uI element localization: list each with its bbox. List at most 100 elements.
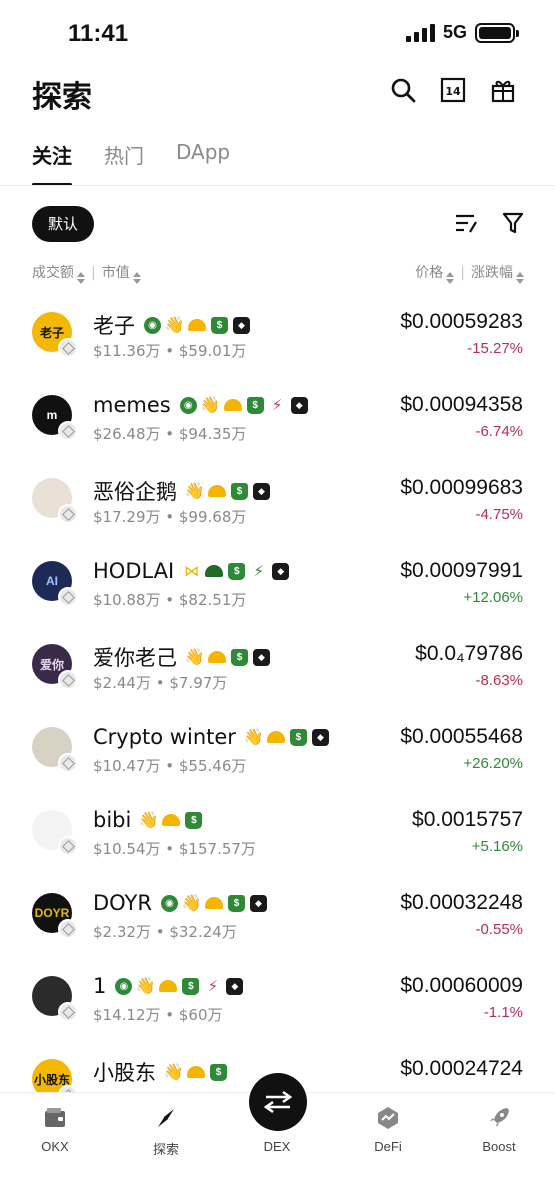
bolt-icon: ⚡	[207, 978, 219, 995]
filter-actions	[454, 212, 524, 239]
network-type: 5G	[442, 22, 467, 42]
chef-hat-icon	[208, 651, 226, 663]
nav-item-defi[interactable]: DeFi	[343, 1105, 433, 1154]
money-bag-icon: $	[246, 396, 264, 414]
sort-arrows-icon	[132, 272, 141, 284]
hand-icon: 👋	[200, 397, 221, 414]
token-tags: 👋 $	[163, 1063, 227, 1081]
token-name-line: bibi 👋 $	[93, 808, 203, 832]
token-tags: ◉ 👋 $ ◆	[144, 316, 250, 334]
token-price: $0.0015757	[412, 808, 523, 831]
hand-icon: 👋	[163, 1064, 184, 1081]
token-row[interactable]: m memes ◉ 👋 $ ⚡ ◆ $26.48万 • $94.35万 $0.00094358-…	[0, 375, 555, 458]
sort-icon[interactable]	[454, 212, 478, 239]
gift-icon[interactable]	[489, 76, 517, 104]
nav-item-boost[interactable]: Boost	[454, 1105, 544, 1154]
sort-arrows-icon	[77, 272, 85, 284]
token-tags: ◉ 👋 $ ⚡ ◆	[115, 977, 244, 995]
chef-hat-icon	[187, 1066, 205, 1078]
owl-icon: ◆	[290, 396, 308, 414]
token-name: 老子	[93, 314, 135, 338]
price-header-label: 价格	[415, 265, 444, 281]
token-price: $0.00055468	[400, 725, 523, 748]
token-change: +12.06%	[463, 589, 523, 606]
token-name-line: 恶俗企鹅 👋 $ ◆	[93, 476, 270, 506]
token-row[interactable]: 恶俗企鹅 👋 $ ◆ $17.29万 • $99.68万 $0.00099683 -4.75…	[0, 458, 555, 541]
volume-header-label: 成交额	[32, 265, 74, 281]
token-name: 1	[93, 974, 107, 998]
bolt-icon: ⚡	[271, 397, 283, 414]
token-stats: $2.44万 • $7.97万	[93, 672, 227, 693]
token-name-line: 小股东 👋 $	[93, 1057, 227, 1087]
token-market-cap: $32.24万	[169, 923, 237, 941]
stats-separator: •	[160, 508, 179, 526]
owl-icon: ◆	[253, 482, 270, 500]
token-list: 老子 老子 ◉ 👋 $ ◆ $11.36万 • $59.01万 $0.00059283 -15.…	[0, 292, 555, 1092]
token-market-cap: $82.51万	[178, 591, 247, 609]
token-name-line: memes ◉ 👋 $ ⚡ ◆	[93, 393, 308, 417]
wallet-icon	[10, 1105, 100, 1131]
chain-badge-icon	[58, 338, 78, 358]
market-cap-sort-header[interactable]: 市值	[102, 262, 141, 284]
verified-icon: ◉	[115, 977, 133, 995]
calendar-icon[interactable]: 14	[439, 76, 467, 104]
tab-following[interactable]: 关注	[32, 140, 72, 186]
bolt-icon: ⚡	[253, 563, 264, 580]
volume-sort-header[interactable]: 成交额	[32, 262, 85, 284]
money-bag-icon: $	[289, 728, 307, 746]
token-row[interactable]: bibi 👋 $ $10.54万 • $157.57万 $0.0015757 +5.16%	[0, 790, 555, 873]
verified-icon: ◉	[144, 316, 161, 334]
price-sort-header[interactable]: 价格	[415, 262, 455, 284]
nav-label: Boost	[482, 1139, 516, 1154]
tab-dapp[interactable]: DApp	[176, 140, 230, 186]
nav-label-dex[interactable]: DEX	[232, 1139, 322, 1154]
token-tags: 👋 $ ◆	[243, 728, 329, 746]
token-stats: $26.48万 • $94.35万	[93, 423, 246, 444]
token-name-line: 爱你老己 👋 $ ◆	[93, 642, 270, 672]
money-bag-icon: $	[211, 316, 228, 334]
token-stats: $10.54万 • $157.57万	[93, 838, 256, 859]
status-bar: 11:41 5G	[0, 0, 555, 62]
default-filter-button[interactable]: 默认	[32, 206, 95, 242]
token-stats: $10.88万 • $82.51万	[93, 589, 246, 610]
filter-row: 默认	[32, 206, 524, 242]
owl-icon: ◆	[226, 977, 244, 995]
token-price: $0.00099683	[400, 476, 523, 499]
search-icon[interactable]	[389, 76, 417, 104]
tab-hot[interactable]: 热门	[104, 140, 144, 186]
token-row[interactable]: Crypto winter 👋 $ ◆ $10.47万 • $55.46万 $0.0005…	[0, 707, 555, 790]
token-market-cap: $7.97万	[169, 674, 228, 692]
change-sort-header[interactable]: 涨跌幅	[471, 262, 524, 284]
token-row[interactable]: 爱你 爱你老己 👋 $ ◆ $2.44万 • $7.97万 $0.0₄79786 -8.63%	[0, 624, 555, 707]
token-tags: ◉ 👋 $ ◆	[160, 894, 267, 912]
chef-hat-icon	[162, 814, 181, 826]
token-row[interactable]: 老子 老子 ◉ 👋 $ ◆ $11.36万 • $59.01万 $0.00059283 -15.…	[0, 292, 555, 375]
dex-swap-button[interactable]	[249, 1073, 307, 1131]
sort-arrows-icon	[516, 272, 524, 284]
token-name: Crypto winter	[93, 725, 236, 749]
stats-separator: •	[160, 840, 179, 858]
token-name: 恶俗企鹅	[93, 480, 177, 504]
chef-hat-icon	[208, 485, 226, 497]
chef-hat-icon	[205, 565, 224, 577]
token-name-line: 1 ◉ 👋 $ ⚡ ◆	[93, 974, 244, 998]
token-name: HODLAI	[93, 559, 175, 583]
token-volume: $26.48万	[93, 425, 161, 443]
token-row[interactable]: AI HODLAI ⋈ $ ⚡ ◆ $10.88万 • $82.51万 $0.00097991…	[0, 541, 555, 624]
token-price: $0.00032248	[400, 891, 523, 914]
owl-icon: ◆	[233, 316, 250, 334]
token-change: -6.74%	[475, 423, 523, 440]
nav-item-okx[interactable]: OKX	[10, 1105, 100, 1154]
token-row[interactable]: 1 ◉ 👋 $ ⚡ ◆ $14.12万 • $60万 $0.00060009 -1.1%	[0, 956, 555, 1039]
nav-item-explore[interactable]: 探索	[121, 1105, 211, 1158]
token-row[interactable]: DOYR DOYR ◉ 👋 $ ◆ $2.32万 • $32.24万 $0.00032248 -…	[0, 873, 555, 956]
header: 探索 14	[0, 66, 555, 116]
nav-label: DeFi	[374, 1139, 402, 1154]
header-separator: |	[91, 265, 96, 281]
token-volume: $2.32万	[93, 923, 151, 941]
money-bag-icon: $	[231, 648, 248, 666]
chef-hat-icon	[188, 319, 206, 331]
money-bag-icon: $	[231, 482, 248, 500]
filter-icon[interactable]	[502, 212, 524, 239]
token-volume: $17.29万	[93, 508, 161, 526]
